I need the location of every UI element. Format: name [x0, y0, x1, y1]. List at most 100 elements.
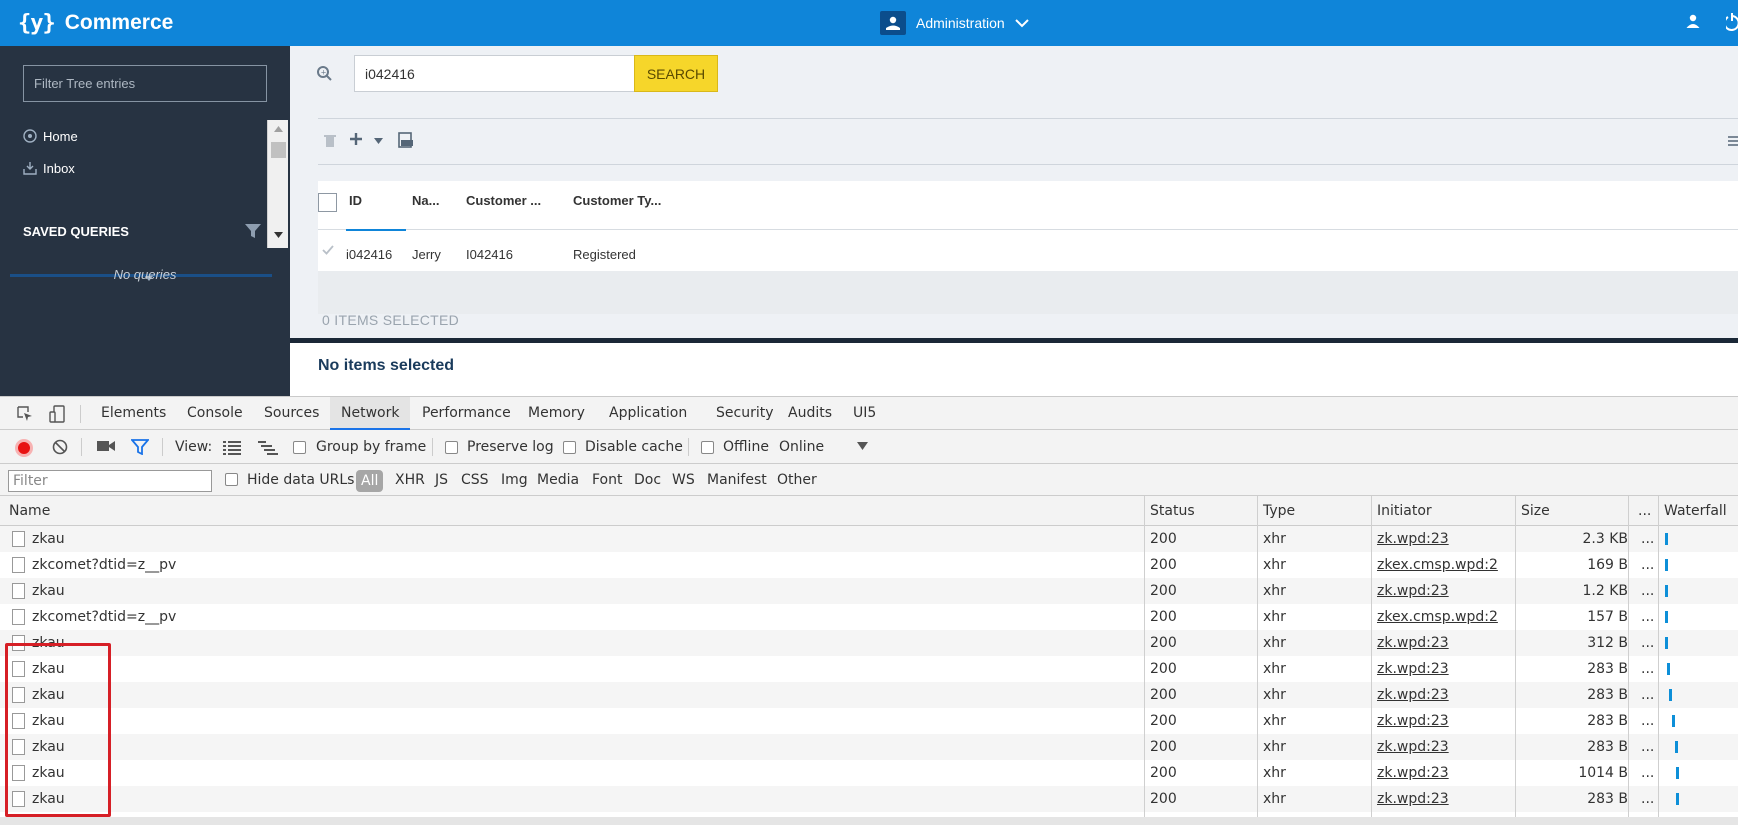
table-row[interactable]: i042416 Jerry I042416 Registered	[318, 231, 1738, 271]
advanced-search-icon[interactable]: +	[316, 65, 332, 81]
hide-data-urls-label[interactable]: Hide data URLs	[247, 464, 354, 496]
column-divider[interactable]	[1257, 496, 1258, 825]
search-button[interactable]: SEARCH	[634, 55, 718, 92]
inspect-element-icon[interactable]	[17, 406, 33, 422]
filter-type-img[interactable]: Img	[501, 464, 528, 496]
tab-memory[interactable]: Memory	[517, 397, 596, 430]
waterfall-bar[interactable]	[1675, 741, 1678, 753]
waterfall-bar[interactable]	[1669, 689, 1672, 701]
request-initiator-link[interactable]: zkex.cmsp.wpd:2	[1377, 604, 1498, 630]
preserve-log-checkbox[interactable]	[445, 441, 458, 454]
offline-label[interactable]: Offline	[723, 430, 769, 464]
filter-type-other[interactable]: Other	[777, 464, 817, 496]
column-header-customer[interactable]: Customer ...	[466, 193, 541, 208]
column-header-type[interactable]: Type	[1257, 496, 1295, 526]
select-all-checkbox[interactable]	[318, 193, 337, 212]
request-initiator-link[interactable]: zk.wpd:23	[1377, 760, 1449, 786]
column-divider[interactable]	[1371, 496, 1372, 825]
column-divider[interactable]	[1515, 496, 1516, 825]
filter-type-all[interactable]: All	[356, 470, 384, 492]
network-request-row[interactable]: zkau 200 xhr zk.wpd:23 1.2 KB...	[0, 578, 1738, 604]
request-initiator-link[interactable]: zk.wpd:23	[1377, 708, 1449, 734]
capture-screenshots-icon[interactable]	[97, 440, 115, 452]
column-header-initiator[interactable]: Initiator	[1371, 496, 1432, 526]
waterfall-bar[interactable]	[1665, 533, 1668, 545]
filter-type-ws[interactable]: WS	[672, 464, 695, 496]
export-csv-icon[interactable]	[398, 132, 414, 148]
filter-funnel-icon[interactable]	[131, 439, 149, 455]
tab-network[interactable]: Network	[330, 397, 411, 430]
column-header-status[interactable]: Status	[1144, 496, 1195, 526]
filter-type-doc[interactable]: Doc	[634, 464, 661, 496]
tree-item-inbox[interactable]: Inbox	[23, 158, 75, 178]
network-request-row[interactable]: zkcomet?dtid=z__pv 200 xhr zkex.cmsp.wpd:2 1…	[0, 604, 1738, 630]
waterfall-bar[interactable]	[1665, 585, 1668, 597]
hide-data-urls-checkbox[interactable]	[225, 473, 238, 486]
request-name[interactable]: zkcomet?dtid=z__pv	[32, 604, 176, 630]
request-name[interactable]: zkau	[32, 578, 65, 604]
record-button[interactable]	[15, 439, 33, 457]
scroll-up-icon[interactable]	[274, 126, 283, 132]
request-initiator-link[interactable]: zk.wpd:23	[1377, 786, 1449, 812]
search-input[interactable]	[354, 55, 638, 92]
tab-audits[interactable]: Audits	[777, 397, 843, 430]
filter-tree-input[interactable]	[23, 65, 267, 102]
group-by-frame-checkbox[interactable]	[293, 441, 306, 454]
preserve-log-label[interactable]: Preserve log	[467, 430, 554, 464]
offline-checkbox[interactable]	[701, 441, 714, 454]
delete-icon[interactable]	[324, 134, 336, 147]
filter-type-font[interactable]: Font	[592, 464, 622, 496]
filter-type-media[interactable]: Media	[537, 464, 579, 496]
column-divider[interactable]	[1144, 496, 1145, 825]
filter-type-manifest[interactable]: Manifest	[707, 464, 767, 496]
column-divider[interactable]	[1628, 496, 1629, 825]
filter-type-css[interactable]: CSS	[461, 464, 489, 496]
tree-item-home[interactable]: Home	[23, 126, 78, 146]
column-header-name[interactable]: Name	[3, 496, 50, 526]
column-header-customer-type[interactable]: Customer Ty...	[573, 193, 661, 208]
waterfall-bar[interactable]	[1676, 767, 1679, 779]
group-by-frame-label[interactable]: Group by frame	[316, 430, 426, 464]
column-header-id[interactable]: ID	[349, 193, 362, 208]
perspective-selector[interactable]: Administration	[880, 11, 1029, 35]
filter-type-js[interactable]: JS	[435, 464, 448, 496]
check-icon[interactable]	[322, 245, 334, 255]
throttling-select[interactable]: Online	[779, 430, 824, 464]
add-icon[interactable]	[349, 132, 363, 146]
network-request-row[interactable]: zkau 200 xhr zk.wpd:23 283 B...	[0, 734, 1738, 760]
network-filter-input[interactable]	[8, 470, 212, 492]
tree-scrollbar[interactable]	[267, 120, 288, 248]
column-divider[interactable]	[1658, 496, 1659, 825]
logout-icon[interactable]	[1723, 12, 1738, 35]
scroll-down-icon[interactable]	[274, 232, 283, 238]
network-request-row[interactable]: zkau 200 xhr zk.wpd:23 2.3 KB...	[0, 526, 1738, 552]
user-icon[interactable]	[1686, 14, 1700, 31]
list-menu-icon[interactable]	[1728, 135, 1738, 147]
tab-application[interactable]: Application	[598, 397, 698, 430]
large-rows-icon[interactable]	[223, 441, 241, 455]
waterfall-bar[interactable]	[1667, 663, 1670, 675]
scroll-thumb[interactable]	[271, 142, 286, 158]
column-header-more[interactable]: ...	[1632, 496, 1651, 526]
overview-icon[interactable]	[258, 441, 278, 455]
network-request-row[interactable]: zkau 200 xhr zk.wpd:23 283 B...	[0, 786, 1738, 812]
request-initiator-link[interactable]: zk.wpd:23	[1377, 682, 1449, 708]
request-initiator-link[interactable]: zk.wpd:23	[1377, 734, 1449, 760]
disable-cache-label[interactable]: Disable cache	[585, 430, 683, 464]
waterfall-bar[interactable]	[1665, 637, 1668, 649]
network-request-row[interactable]: zkau 200 xhr zk.wpd:23 312 B...	[0, 630, 1738, 656]
tab-sources[interactable]: Sources	[253, 397, 330, 430]
network-request-row[interactable]: zkcomet?dtid=z__pv 200 xhr zkex.cmsp.wpd:2 1…	[0, 552, 1738, 578]
network-request-row[interactable]: zkau 200 xhr zk.wpd:23 283 B...	[0, 708, 1738, 734]
request-initiator-link[interactable]: zk.wpd:23	[1377, 656, 1449, 682]
waterfall-bar[interactable]	[1672, 715, 1675, 727]
waterfall-bar[interactable]	[1665, 611, 1668, 623]
app-logo[interactable]: {y} Commerce	[18, 8, 173, 38]
request-initiator-link[interactable]: zk.wpd:23	[1377, 526, 1449, 552]
clear-icon[interactable]	[52, 439, 68, 455]
request-name[interactable]: zkau	[32, 526, 65, 552]
request-initiator-link[interactable]: zk.wpd:23	[1377, 630, 1449, 656]
network-request-row[interactable]: zkau 200 xhr zk.wpd:23 283 B...	[0, 656, 1738, 682]
column-header-size[interactable]: Size	[1515, 496, 1550, 526]
network-request-row[interactable]: zkau 200 xhr zk.wpd:23 1014 B...	[0, 760, 1738, 786]
